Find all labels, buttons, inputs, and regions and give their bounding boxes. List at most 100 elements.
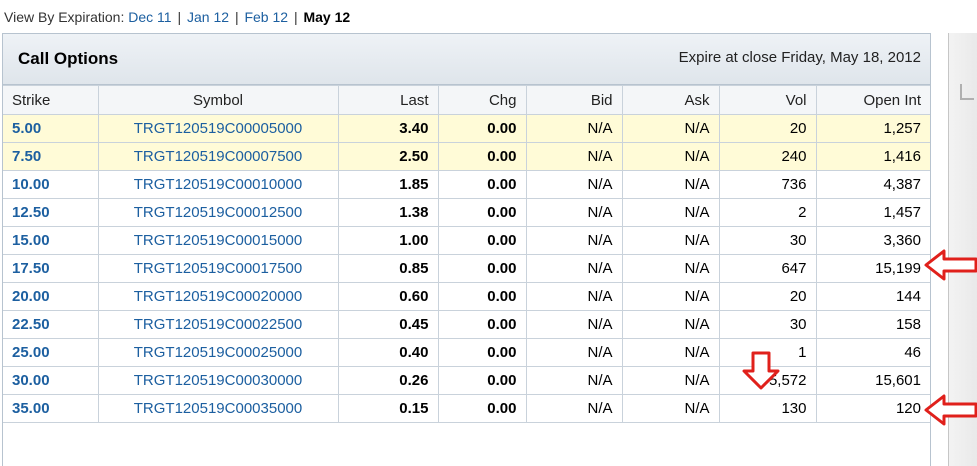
change-cell: 0.00: [437, 198, 527, 227]
symbol-link[interactable]: TRGT120519C00005000: [97, 114, 339, 143]
column-header-ask[interactable]: Ask: [621, 85, 720, 115]
bid-cell: N/A: [525, 310, 623, 339]
ask-cell: N/A: [621, 254, 720, 283]
change-cell: 0.00: [437, 142, 527, 171]
symbol-link[interactable]: TRGT120519C00012500: [97, 198, 339, 227]
table-header-row: Strike Symbol Last Chg Bid Ask Vol Open …: [3, 85, 930, 115]
table-row: 15.00 TRGT120519C00015000 1.00 0.00 N/A N/A 30…: [3, 226, 930, 255]
symbol-link[interactable]: TRGT120519C00020000: [97, 282, 339, 311]
annotation-arrow-left-icon: [924, 249, 977, 281]
symbol-link[interactable]: TRGT120519C00025000: [97, 338, 339, 367]
ask-cell: N/A: [621, 366, 720, 395]
volume-cell: 2: [718, 198, 817, 227]
table-row: 5.00 TRGT120519C00005000 3.40 0.00 N/A N/A 20 1…: [3, 114, 930, 143]
symbol-link[interactable]: TRGT120519C00022500: [97, 310, 339, 339]
bid-cell: N/A: [525, 394, 623, 423]
strike-cell[interactable]: 15.00: [3, 226, 99, 255]
strike-cell[interactable]: 7.50: [3, 142, 99, 171]
open-interest-cell: 158: [815, 310, 930, 339]
bid-cell: N/A: [525, 338, 623, 367]
ask-cell: N/A: [621, 226, 720, 255]
strike-cell[interactable]: 35.00: [3, 394, 99, 423]
gutter-mark: [960, 84, 974, 100]
change-cell: 0.00: [437, 394, 527, 423]
symbol-link[interactable]: TRGT120519C00035000: [97, 394, 339, 423]
bid-cell: N/A: [525, 114, 623, 143]
table-row: 12.50 TRGT120519C00012500 1.38 0.00 N/A N/A 2 1…: [3, 198, 930, 227]
volume-cell: 130: [718, 394, 817, 423]
annotation-arrow-left-icon: [924, 394, 977, 426]
strike-cell[interactable]: 25.00: [3, 338, 99, 367]
expiration-link-dec-11[interactable]: Dec 11: [128, 9, 171, 25]
bid-cell: N/A: [525, 282, 623, 311]
expiration-nav: View By Expiration: Dec 11 | Jan 12 | Fe…: [4, 9, 350, 25]
bid-cell: N/A: [525, 198, 623, 227]
table-row: 35.00 TRGT120519C00035000 0.15 0.00 N/A N/A 13…: [3, 394, 930, 423]
symbol-link[interactable]: TRGT120519C00030000: [97, 366, 339, 395]
last-price-cell: 0.26: [337, 366, 439, 395]
ask-cell: N/A: [621, 338, 720, 367]
strike-cell[interactable]: 5.00: [3, 114, 99, 143]
column-header-open-int[interactable]: Open Int: [815, 85, 930, 115]
column-header-symbol[interactable]: Symbol: [97, 85, 339, 115]
symbol-link[interactable]: TRGT120519C00007500: [97, 142, 339, 171]
last-price-cell: 0.85: [337, 254, 439, 283]
nav-separator: |: [234, 9, 239, 25]
change-cell: 0.00: [437, 170, 527, 199]
strike-cell[interactable]: 30.00: [3, 366, 99, 395]
last-price-cell: 1.38: [337, 198, 439, 227]
open-interest-cell: 15,601: [815, 366, 930, 395]
last-price-cell: 1.00: [337, 226, 439, 255]
change-cell: 0.00: [437, 282, 527, 311]
table-row: 7.50 TRGT120519C00007500 2.50 0.00 N/A N/A 240…: [3, 142, 930, 171]
change-cell: 0.00: [437, 338, 527, 367]
column-header-last[interactable]: Last: [337, 85, 439, 115]
bid-cell: N/A: [525, 170, 623, 199]
symbol-link[interactable]: TRGT120519C00015000: [97, 226, 339, 255]
open-interest-cell: 1,257: [815, 114, 930, 143]
column-header-vol[interactable]: Vol: [718, 85, 817, 115]
ask-cell: N/A: [621, 198, 720, 227]
change-cell: 0.00: [437, 114, 527, 143]
symbol-link[interactable]: TRGT120519C00010000: [97, 170, 339, 199]
call-options-panel: Call Options Expire at close Friday, May…: [2, 33, 931, 466]
volume-cell: 647: [718, 254, 817, 283]
expiration-link-feb-12[interactable]: Feb 12: [244, 9, 288, 25]
last-price-cell: 1.85: [337, 170, 439, 199]
ask-cell: N/A: [621, 282, 720, 311]
volume-cell: 20: [718, 282, 817, 311]
last-price-cell: 0.15: [337, 394, 439, 423]
ask-cell: N/A: [621, 142, 720, 171]
symbol-link[interactable]: TRGT120519C00017500: [97, 254, 339, 283]
nav-separator: |: [177, 9, 182, 25]
bid-cell: N/A: [525, 254, 623, 283]
strike-cell[interactable]: 17.50: [3, 254, 99, 283]
ask-cell: N/A: [621, 310, 720, 339]
table-row: 25.00 TRGT120519C00025000 0.40 0.00 N/A N/A 1 4…: [3, 338, 930, 367]
strike-cell[interactable]: 12.50: [3, 198, 99, 227]
column-header-chg[interactable]: Chg: [437, 85, 527, 115]
open-interest-cell: 120: [815, 394, 930, 423]
table-row: 20.00 TRGT120519C00020000 0.60 0.00 N/A N/A 20…: [3, 282, 930, 311]
bid-cell: N/A: [525, 366, 623, 395]
last-price-cell: 0.60: [337, 282, 439, 311]
ask-cell: N/A: [621, 394, 720, 423]
volume-cell: 30: [718, 226, 817, 255]
open-interest-cell: 15,199: [815, 254, 930, 283]
bid-cell: N/A: [525, 142, 623, 171]
ask-cell: N/A: [621, 114, 720, 143]
expire-text: Expire at close Friday, May 18, 2012: [678, 49, 921, 66]
strike-cell[interactable]: 10.00: [3, 170, 99, 199]
volume-cell: 240: [718, 142, 817, 171]
change-cell: 0.00: [437, 366, 527, 395]
panel-title: Call Options: [18, 49, 119, 68]
expiration-link-jan-12[interactable]: Jan 12: [187, 9, 229, 25]
column-header-strike[interactable]: Strike: [3, 85, 99, 115]
strike-cell[interactable]: 22.50: [3, 310, 99, 339]
expiration-nav-label: View By Expiration:: [4, 9, 125, 25]
column-header-bid[interactable]: Bid: [525, 85, 623, 115]
change-cell: 0.00: [437, 254, 527, 283]
open-interest-cell: 4,387: [815, 170, 930, 199]
bid-cell: N/A: [525, 226, 623, 255]
strike-cell[interactable]: 20.00: [3, 282, 99, 311]
